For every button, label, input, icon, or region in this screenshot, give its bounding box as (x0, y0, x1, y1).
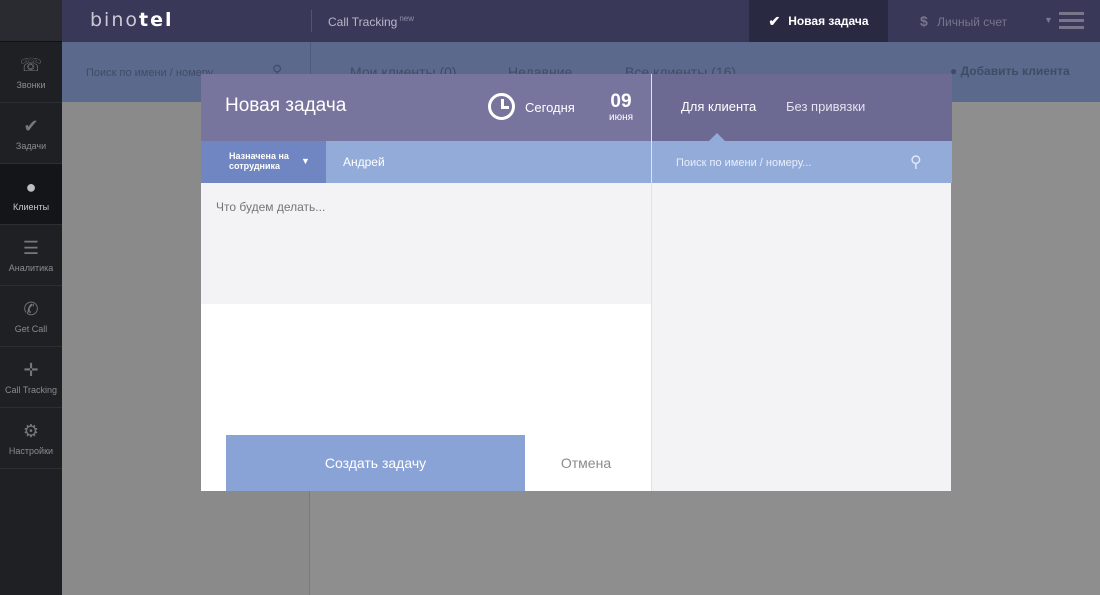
assign-row: Назначена на сотрудника ▼ Андрей (201, 141, 651, 183)
date-today-label[interactable]: Сегодня (525, 100, 575, 115)
caret-down-icon[interactable]: ▼ (1044, 15, 1053, 25)
nav-item-settings[interactable]: ⚙ Настройки (0, 408, 62, 469)
client-link-panel: Для клиента Без привязки Поиск по имени … (651, 74, 952, 491)
new-task-button[interactable]: ✔ Новая задача (749, 0, 888, 42)
client-link-tabs: Для клиента Без привязки (652, 74, 952, 141)
check-icon: ✔ (768, 12, 781, 29)
nav-item-label: Звонки (16, 79, 46, 90)
nav-item-calls[interactable]: ☏ Звонки (0, 42, 62, 103)
task-form: Новая задача Сегодня 09 июня Назначена н… (201, 74, 651, 491)
clients-search-input[interactable]: Поиск по имени / номеру (86, 67, 213, 79)
divider (311, 10, 312, 32)
phone-icon: ☏ (19, 54, 43, 75)
new-task-label: Новая задача (788, 14, 869, 28)
binotel-logo[interactable]: binotel (90, 9, 174, 31)
tab-for-client[interactable]: Для клиента (681, 99, 756, 114)
nav-item-label: Клиенты (12, 201, 50, 212)
caret-down-icon: ▼ (301, 156, 310, 166)
add-client-label: Добавить клиента (960, 64, 1070, 78)
create-task-button[interactable]: Создать задачу (226, 435, 525, 491)
nav-item-get-call[interactable]: ✆ Get Call (0, 286, 62, 347)
assign-type-dropdown[interactable]: Назначена на сотрудника ▼ (201, 141, 326, 183)
get-call-icon: ✆ (23, 298, 39, 319)
date-day[interactable]: 09 (601, 91, 641, 113)
nav-item-clients[interactable]: ● Клиенты (0, 164, 62, 225)
call-tracking-label: Call Tracking (328, 15, 398, 29)
clock-icon[interactable] (488, 93, 515, 120)
new-task-modal: Новая задача Сегодня 09 июня Назначена н… (201, 74, 952, 491)
user-icon: ● (25, 176, 37, 197)
client-search-bar: Поиск по имени / номеру... ⚲ (652, 141, 952, 183)
rail-header (0, 0, 62, 42)
check-icon: ✔ (23, 115, 39, 136)
search-icon[interactable]: ⚲ (910, 152, 922, 172)
assignee-field[interactable]: Андрей (343, 155, 385, 169)
client-search-input[interactable]: Поиск по имени / номеру... (676, 157, 811, 169)
top-bar: binotel Call Tracking new ✔ Новая задача … (62, 0, 1100, 42)
nav-item-label: Задачи (15, 140, 47, 151)
active-tab-pointer (709, 133, 725, 141)
call-tracking-link[interactable]: Call Tracking new (328, 14, 414, 29)
logo-text: bino (90, 9, 140, 31)
new-badge: new (399, 14, 415, 23)
nav-item-tasks[interactable]: ✔ Задачи (0, 103, 62, 164)
task-description-input[interactable] (201, 183, 651, 304)
hamburger-menu-icon[interactable] (1059, 12, 1084, 33)
account-link[interactable]: $ Личный счет (920, 13, 1007, 29)
nav-item-call-tracking[interactable]: ✛ Call Tracking (0, 347, 62, 408)
nav-item-label: Настройки (8, 445, 54, 456)
analytics-icon: ☰ (22, 237, 40, 258)
add-client-button[interactable]: ● Добавить клиента (950, 64, 1070, 78)
left-nav-rail: ☏ Звонки ✔ Задачи ● Клиенты ☰ Аналитика … (0, 0, 62, 595)
modal-title: Новая задача (225, 95, 347, 116)
modal-header: Новая задача Сегодня 09 июня (201, 74, 651, 141)
account-label: Личный счет (937, 15, 1008, 29)
nav-item-label: Call Tracking (4, 384, 58, 395)
dollar-icon: $ (920, 13, 928, 29)
cancel-button[interactable]: Отмена (547, 435, 625, 491)
logo-text-bold: tel (139, 9, 174, 31)
nav-item-label: Get Call (14, 323, 48, 334)
crosshair-icon: ✛ (23, 359, 39, 380)
assign-type-label: сотрудника (229, 161, 281, 171)
date-month[interactable]: июня (601, 112, 641, 123)
tab-unlinked[interactable]: Без привязки (786, 99, 865, 114)
nav-item-label: Аналитика (8, 262, 54, 273)
gear-icon: ⚙ (22, 420, 40, 441)
nav-item-analytics[interactable]: ☰ Аналитика (0, 225, 62, 286)
assign-type-label: Назначена на (229, 151, 289, 161)
